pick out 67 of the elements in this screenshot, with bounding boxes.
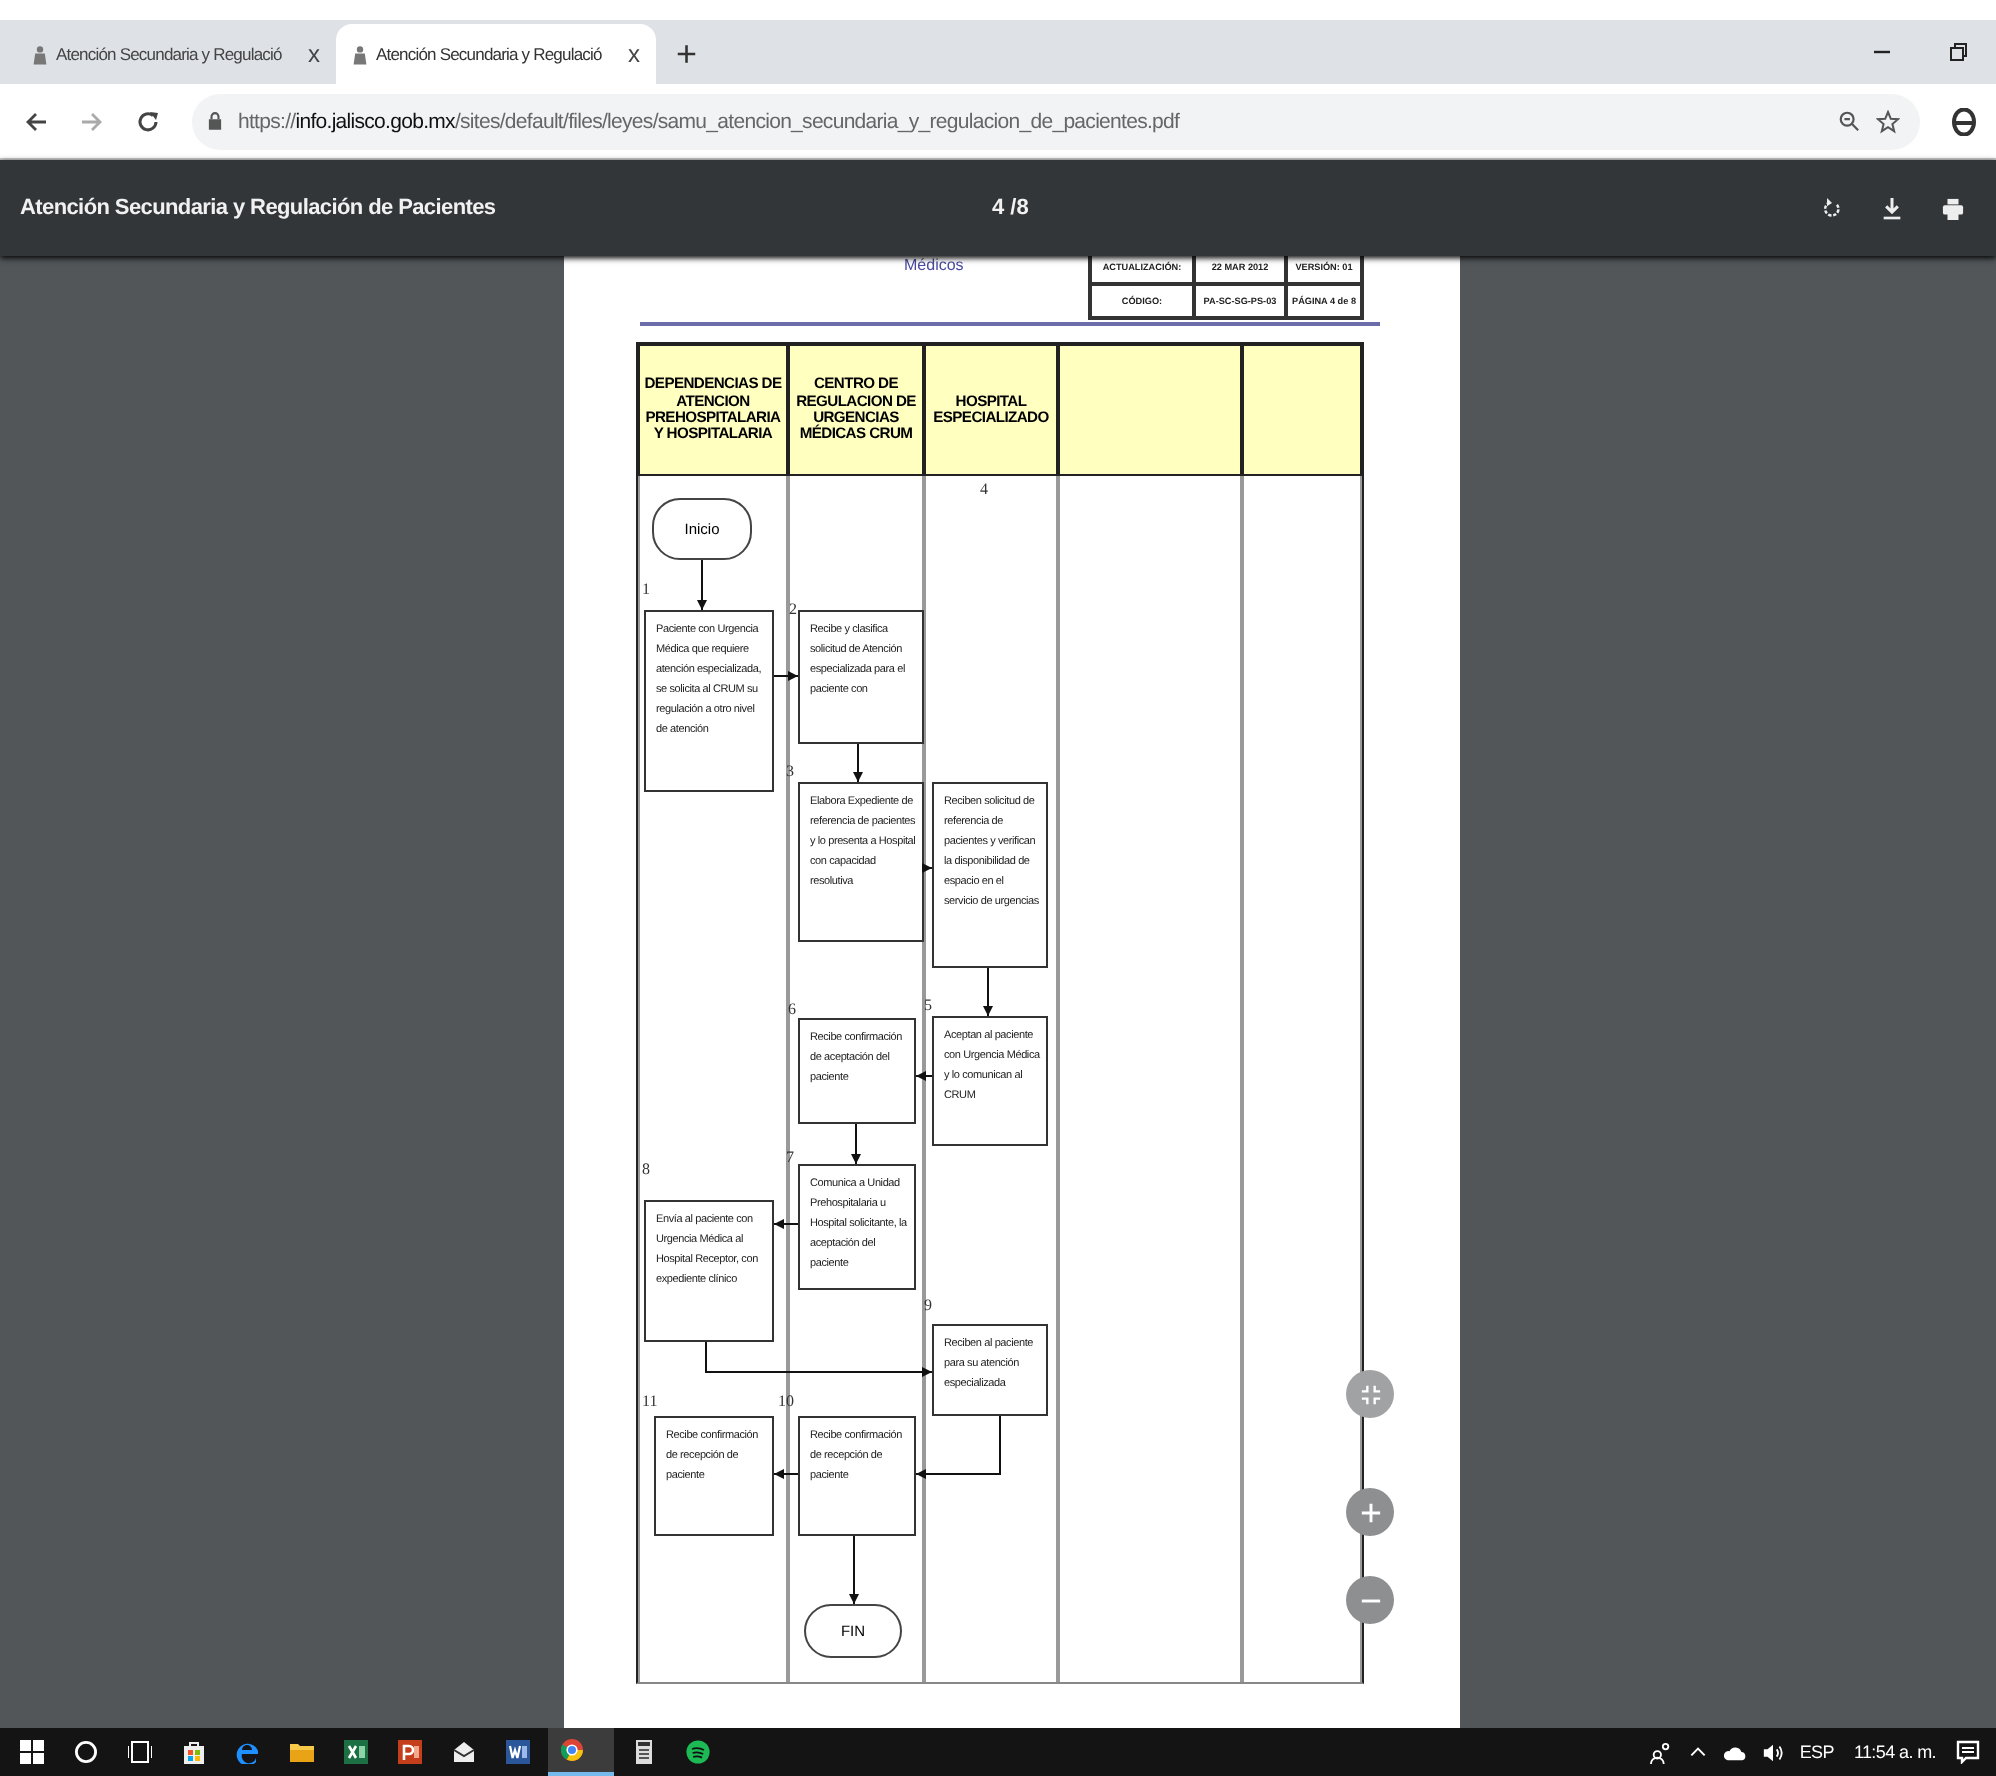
spreadsheet-app-icon[interactable] xyxy=(344,1740,368,1764)
circle-icon[interactable] xyxy=(74,1740,98,1764)
figure-icon xyxy=(352,43,368,65)
shopping-bag-icon[interactable] xyxy=(182,1740,206,1764)
slides-app-icon[interactable] xyxy=(398,1740,422,1764)
connector-arrow xyxy=(849,1535,859,1605)
document-title: Atención Secundaria y Regulación de Pacientes xyxy=(20,196,498,220)
tab-title: Atención Secundaria y Regulació xyxy=(56,44,284,64)
step-number: 6 xyxy=(788,1000,796,1018)
step-number: 4 xyxy=(980,480,988,498)
step-number: 5 xyxy=(924,996,932,1014)
address-field[interactable]: https://info.jalisco.gob.mx/sites/default/files/leyes/samu_atencion_secundaria_y_regulacion_de_pacientes.pdf xyxy=(192,93,1920,149)
connector-arrow xyxy=(853,743,863,783)
step-number: 11 xyxy=(642,1392,658,1410)
step-number: 2 xyxy=(789,600,797,618)
browser-tab[interactable]: Atención Secundaria y Regulació x xyxy=(16,24,336,84)
new-tab-button[interactable]: + xyxy=(676,36,698,72)
lock-icon xyxy=(208,112,222,130)
notification-icon[interactable] xyxy=(1956,1740,1980,1764)
speaker-icon[interactable] xyxy=(1761,1741,1784,1763)
restore-icon[interactable] xyxy=(1948,42,1968,62)
page-indicator: 4 /8 xyxy=(992,196,1029,220)
connector-arrow xyxy=(697,559,707,611)
connector-arrow xyxy=(915,1071,933,1081)
mail-icon[interactable] xyxy=(452,1740,476,1764)
round-browser-icon[interactable] xyxy=(560,1738,584,1762)
task-view-icon[interactable] xyxy=(128,1740,152,1764)
fit-icon xyxy=(1359,1383,1381,1405)
language-indicator[interactable]: ESP xyxy=(1799,1742,1834,1762)
step-number: 3 xyxy=(786,762,794,780)
document-app-icon[interactable] xyxy=(506,1740,530,1764)
step-number: 8 xyxy=(642,1160,650,1178)
close-tab-button[interactable]: x xyxy=(628,40,640,68)
connector-arrow xyxy=(851,1123,861,1165)
connector-arrow xyxy=(773,1219,799,1229)
step-number: 1 xyxy=(642,580,650,598)
plus-icon xyxy=(1359,1501,1381,1523)
browser-tab[interactable]: Atención Secundaria y Regulació x xyxy=(336,24,656,84)
back-arrow-icon[interactable] xyxy=(24,109,48,133)
people-icon[interactable] xyxy=(1649,1741,1672,1763)
music-app-icon[interactable] xyxy=(686,1740,710,1764)
step-number: 10 xyxy=(778,1392,794,1410)
heading-text: Médicos xyxy=(904,256,964,274)
download-icon[interactable] xyxy=(1882,196,1902,220)
tab-title: Atención Secundaria y Regulació xyxy=(376,44,604,64)
connector-arrow xyxy=(915,1415,1001,1479)
print-icon[interactable] xyxy=(1942,197,1964,219)
browser-e-icon[interactable] xyxy=(236,1740,260,1764)
url-text: https://info.jalisco.gob.mx/sites/default/files/leyes/samu_atencion_secundaria_y_regulacion_de_pacientes.pdf xyxy=(238,109,1180,133)
reload-icon[interactable] xyxy=(136,109,160,133)
folder-icon[interactable] xyxy=(290,1740,314,1764)
connector-arrow xyxy=(773,671,799,681)
connector-arrow xyxy=(922,863,933,873)
step-number: 7 xyxy=(786,1148,794,1166)
calculator-icon[interactable] xyxy=(632,1740,656,1764)
close-tab-button[interactable]: x xyxy=(308,40,320,68)
step-number: 9 xyxy=(924,1296,932,1314)
connector-arrow xyxy=(773,1469,799,1479)
profile-icon[interactable] xyxy=(1952,107,1976,135)
connector-arrow xyxy=(983,967,993,1017)
clock-text[interactable]: 11:54 a. m. xyxy=(1853,1742,1936,1762)
star-icon[interactable] xyxy=(1876,109,1900,133)
rotate-icon[interactable] xyxy=(1822,196,1842,220)
windows-logo-icon[interactable] xyxy=(20,1740,44,1764)
zoom-out-icon[interactable] xyxy=(1838,110,1860,132)
figure-icon xyxy=(32,43,48,65)
chevron-up-icon[interactable] xyxy=(1687,1742,1708,1762)
